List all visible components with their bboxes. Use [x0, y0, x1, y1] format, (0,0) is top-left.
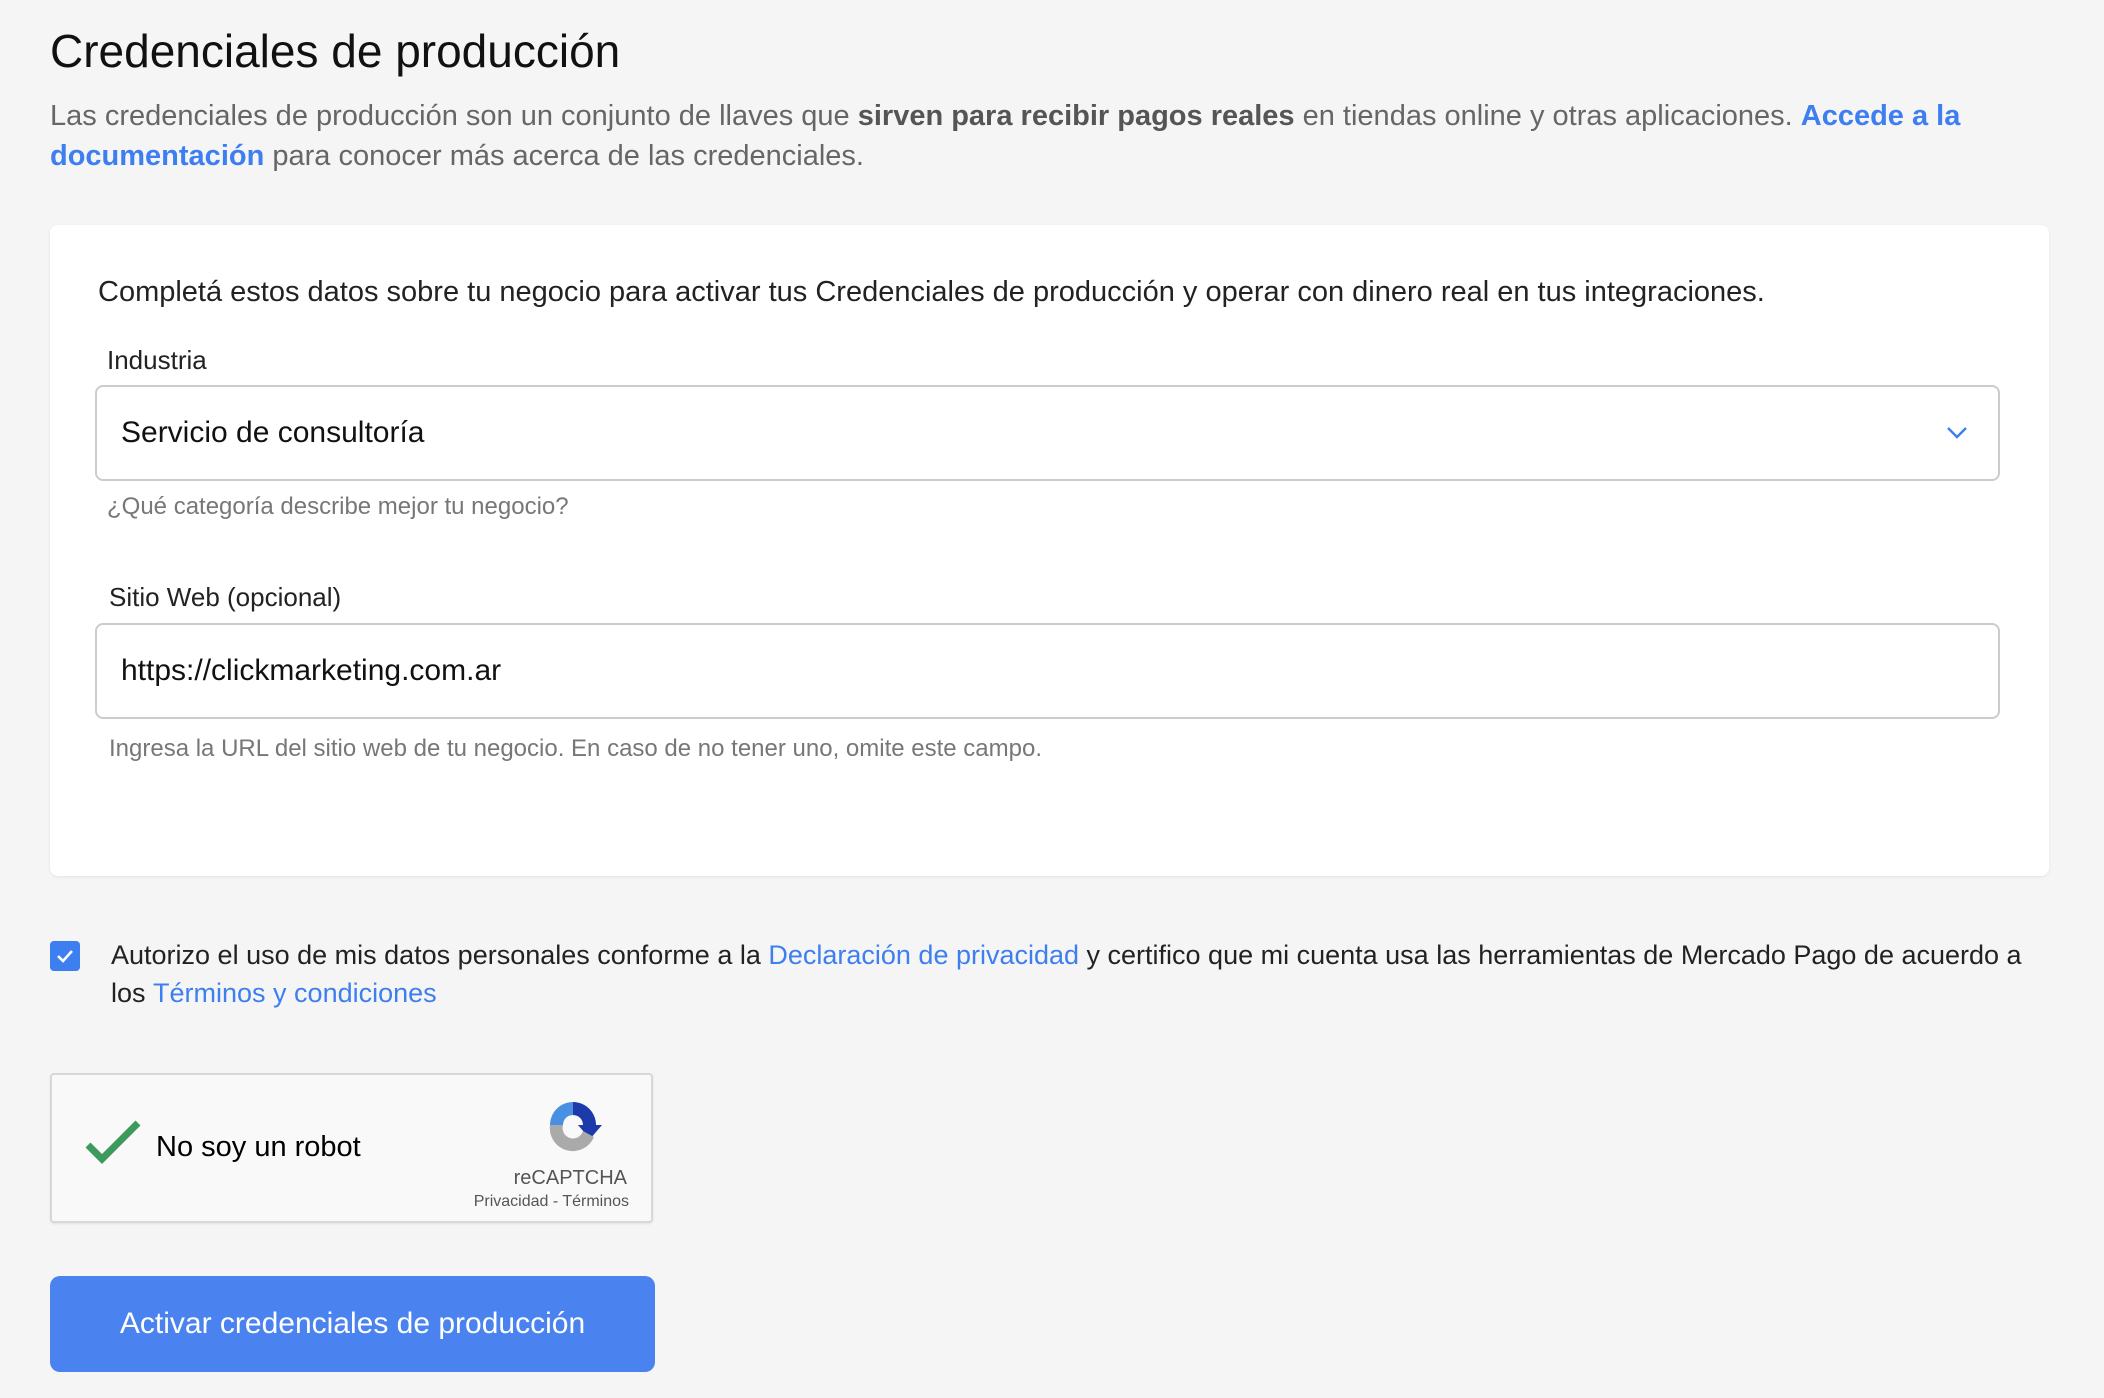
chevron-down-icon [1947, 427, 1967, 439]
industry-label: Industria [107, 345, 207, 375]
consent-checkbox[interactable] [50, 941, 80, 971]
intro-text: en tiendas online y otras aplicaciones. [1294, 100, 1801, 132]
industry-helper: ¿Qué categoría describe mejor tu negocio… [107, 493, 569, 520]
page-title: Credenciales de producción [50, 25, 621, 77]
recaptcha-links[interactable]: Privacidad - Términos [474, 1193, 629, 1211]
recaptcha-logo-icon [549, 1102, 602, 1152]
recaptcha-widget[interactable]: No soy un robot reCAPTCHA Privacidad - T… [50, 1073, 653, 1223]
recaptcha-brand: reCAPTCHA [513, 1167, 627, 1189]
industry-value: Servicio de consultoría [121, 416, 425, 449]
industry-select[interactable]: Servicio de consultoría [95, 385, 2000, 481]
website-input[interactable]: https://clickmarketing.com.ar [95, 623, 2000, 719]
website-value: https://clickmarketing.com.ar [121, 654, 502, 687]
page-description: Las credenciales de producción son un co… [50, 96, 2060, 176]
checkmark-icon [57, 950, 73, 963]
privacy-link[interactable]: Declaración de privacidad [768, 940, 1079, 970]
website-label: Sitio Web (opcional) [109, 582, 342, 612]
consent-text: Autorizo el uso de mis datos personales … [111, 936, 2051, 1012]
activate-credentials-button[interactable]: Activar credenciales de producción [50, 1276, 655, 1372]
captcha-check-icon [85, 1120, 141, 1164]
business-form-card: Completá estos datos sobre tu negocio pa… [50, 225, 2049, 876]
terms-link[interactable]: Términos y condiciones [153, 978, 437, 1008]
form-intro: Completá estos datos sobre tu negocio pa… [98, 276, 1765, 308]
consent-part: Autorizo el uso de mis datos personales … [111, 940, 769, 970]
captcha-label: No soy un robot [156, 1131, 361, 1163]
website-helper: Ingresa la URL del sitio web de tu negoc… [109, 735, 1042, 762]
intro-text: Las credenciales de producción son un co… [50, 100, 858, 132]
intro-bold: sirven para recibir pagos reales [857, 100, 1295, 132]
intro-text: para conocer más acerca de las credencia… [264, 140, 864, 172]
